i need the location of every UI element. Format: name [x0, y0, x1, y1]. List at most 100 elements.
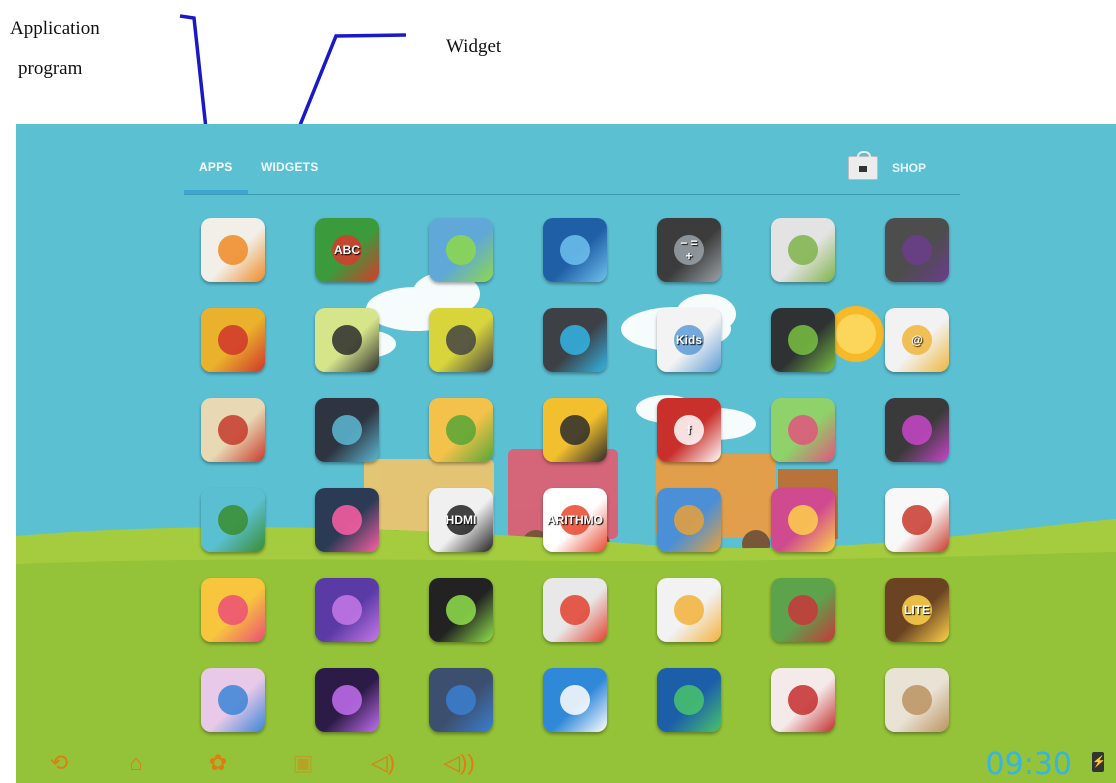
tree-glyph	[218, 505, 248, 535]
bird-icon	[429, 308, 493, 372]
app-launcher-browser-globe[interactable]	[526, 208, 616, 298]
app-launcher-flash[interactable]: f	[640, 388, 730, 478]
origami-crane-glyph	[560, 685, 590, 715]
girl-avatar-glyph	[332, 325, 362, 355]
email-icon: @	[885, 308, 949, 372]
app-launcher-origami-crane[interactable]	[526, 658, 616, 748]
browser-globe-glyph	[560, 235, 590, 265]
book-glyph	[218, 415, 248, 445]
app-launcher-mouse-game[interactable]	[640, 478, 730, 568]
app-launcher-android-gift[interactable]	[412, 208, 502, 298]
mouse-game-glyph	[674, 505, 704, 535]
kids-faces-glyph	[788, 595, 818, 625]
gallery-icon	[885, 398, 949, 462]
app-launcher-email[interactable]: @	[868, 298, 958, 388]
kids-coloring-icon: Kids	[657, 308, 721, 372]
app-launcher-camera[interactable]	[868, 208, 958, 298]
app-launcher-gallery[interactable]	[868, 388, 958, 478]
piano-icon	[657, 578, 721, 642]
calculator-icon: − = +	[657, 218, 721, 282]
battery-charging-icon: ⚡	[1092, 752, 1106, 772]
download-glyph	[788, 325, 818, 355]
app-launcher-video[interactable]	[298, 658, 388, 748]
airplanes-glyph	[902, 505, 932, 535]
app-launcher-book[interactable]	[184, 388, 274, 478]
kids-faces-icon	[771, 578, 835, 642]
app-launcher-owl-lite[interactable]: LITE	[868, 568, 958, 658]
app-launcher-tree[interactable]	[184, 478, 274, 568]
app-launcher-download[interactable]	[754, 298, 844, 388]
mouse-game-icon	[657, 488, 721, 552]
cat-game-glyph	[218, 325, 248, 355]
app-launcher-baby-balloons[interactable]	[754, 478, 844, 568]
paint-icon	[543, 578, 607, 642]
app-launcher-kids-faces[interactable]	[754, 568, 844, 658]
app-launcher-speaker[interactable]	[412, 658, 502, 748]
shop-button[interactable]: SHOP	[847, 151, 926, 180]
arithmo-icon-label: ARITHMO	[547, 512, 603, 527]
status-clock: 09:30	[985, 747, 1072, 782]
bird-glyph	[446, 325, 476, 355]
app-launcher-girl-avatar[interactable]	[298, 298, 388, 388]
tab-apps-selected-indicator	[184, 190, 248, 194]
app-launcher-fish[interactable]	[526, 388, 616, 478]
back-button[interactable]: ⟲	[44, 748, 74, 778]
apps-pointer-line	[179, 14, 209, 139]
app-launcher-frogs[interactable]	[754, 388, 844, 478]
app-launcher-arithmo[interactable]: ARITHMO	[526, 478, 616, 568]
speaker-glyph	[446, 685, 476, 715]
calendar-icon	[771, 218, 835, 282]
app-launcher-alphabet-blocks[interactable]	[184, 658, 274, 748]
application-annotation: Application program	[10, 18, 100, 80]
app-launcher-bird[interactable]	[412, 298, 502, 388]
screenshot-button[interactable]: ▣	[288, 748, 318, 778]
app-launcher-bubbles-game[interactable]	[298, 478, 388, 568]
app-launcher-abc-kids[interactable]: ABC	[298, 208, 388, 298]
app-launcher-airplanes[interactable]	[868, 478, 958, 568]
file-manager-icon	[429, 398, 493, 462]
app-launcher-puppy[interactable]	[868, 658, 958, 748]
app-launcher-kids-karaoke[interactable]	[412, 568, 502, 658]
app-launcher-calendar[interactable]	[754, 208, 844, 298]
camera-glyph	[902, 235, 932, 265]
app-launcher-tic-tac[interactable]	[754, 658, 844, 748]
app-store-icon	[201, 218, 265, 282]
flash-icon: f	[657, 398, 721, 462]
app-launcher-kids-coloring[interactable]: Kids	[640, 298, 730, 388]
app-launcher-file-manager[interactable]	[412, 388, 502, 478]
volume-down-button[interactable]: ◁)	[368, 748, 398, 778]
abc-kids-icon-label: ABC	[334, 242, 360, 257]
app-launcher-bear[interactable]	[184, 568, 274, 658]
frogs-glyph	[788, 415, 818, 445]
app-launcher-calculator[interactable]: − = +	[640, 208, 730, 298]
app-launcher-app-store[interactable]	[184, 208, 274, 298]
puppy-glyph	[902, 685, 932, 715]
origami-crane-icon	[543, 668, 607, 732]
app-launcher-cat-game[interactable]	[184, 298, 274, 388]
shop-label: SHOP	[891, 161, 926, 175]
volume-up-button[interactable]: ◁))	[443, 748, 475, 778]
tab-apps[interactable]: APPS	[199, 160, 232, 174]
book-icon	[201, 398, 265, 462]
home-button[interactable]: ⌂	[121, 748, 151, 778]
app-launcher-camera-lite[interactable]	[298, 388, 388, 478]
fish-glyph	[560, 415, 590, 445]
baby-balloons-glyph	[788, 505, 818, 535]
airplanes-icon	[885, 488, 949, 552]
app-launcher-clock[interactable]	[526, 298, 616, 388]
speaker-icon	[429, 668, 493, 732]
video-glyph	[332, 685, 362, 715]
app-launcher-piano[interactable]	[640, 568, 730, 658]
app-launcher-paint[interactable]	[526, 568, 616, 658]
bear-glyph	[218, 595, 248, 625]
app-launcher-hdmi[interactable]: HDMI	[412, 478, 502, 568]
piano-glyph	[674, 595, 704, 625]
download-icon	[771, 308, 835, 372]
owl-lite-icon: LITE	[885, 578, 949, 642]
app-launcher-fish-purple[interactable]	[298, 568, 388, 658]
bubbles-game-icon	[315, 488, 379, 552]
app-launcher-sync[interactable]	[640, 658, 730, 748]
recent-apps-button[interactable]: ✿	[203, 748, 233, 778]
camera-lite-icon	[315, 398, 379, 462]
tab-widgets[interactable]: WIDGETS	[261, 160, 318, 174]
